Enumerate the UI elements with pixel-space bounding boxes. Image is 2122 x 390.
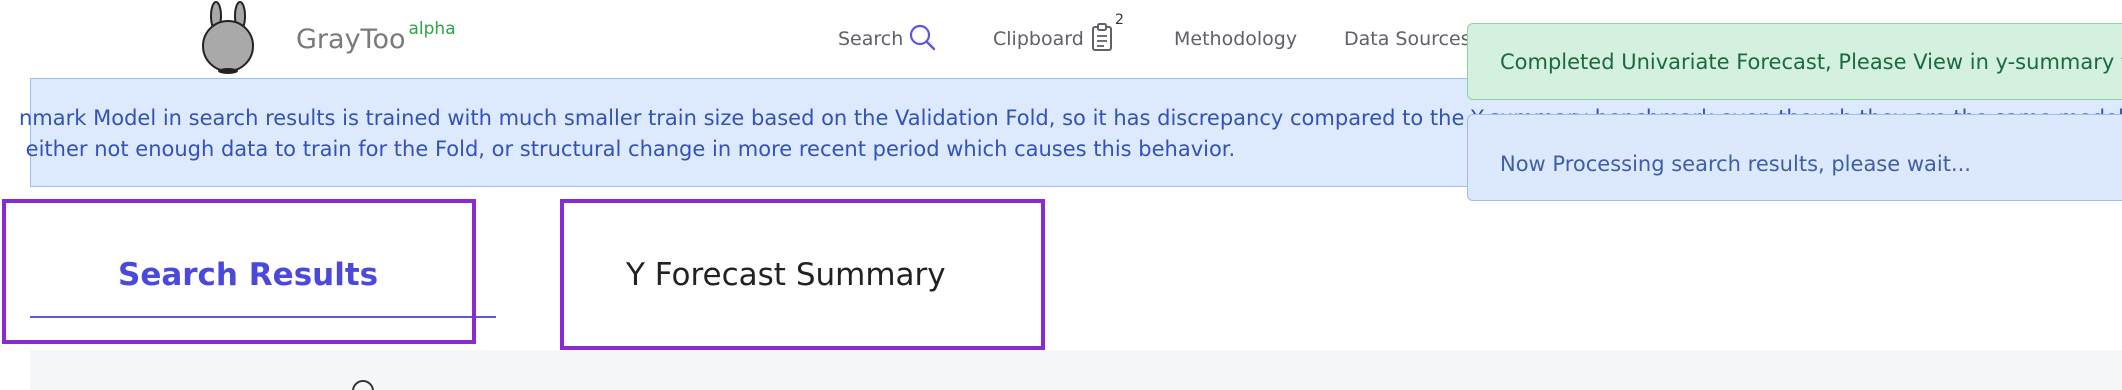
circle-icon bbox=[352, 380, 374, 390]
banner-line-2: either not enough data to train for the … bbox=[19, 137, 1236, 161]
tab-y-forecast-summary[interactable]: Y Forecast Summary bbox=[560, 199, 1045, 350]
content-panel bbox=[30, 350, 2122, 390]
tab-search-results[interactable]: Search Results bbox=[2, 199, 476, 344]
nav-data-sources-link[interactable]: Data Sources bbox=[1344, 25, 1471, 53]
success-toast[interactable]: Completed Univariate Forecast, Please Vi… bbox=[1467, 23, 2122, 100]
brand-text: GrayToo bbox=[296, 24, 406, 55]
rabbit-logo-icon[interactable] bbox=[196, 0, 260, 74]
brand-name[interactable]: GrayToo alpha bbox=[296, 19, 456, 55]
tab-area: Search Results Y Forecast Summary bbox=[0, 190, 2122, 390]
clipboard-count-badge: 2 bbox=[1115, 12, 1124, 28]
brand-badge: alpha bbox=[408, 19, 456, 39]
processing-toast[interactable]: Now Processing search results, please wa… bbox=[1467, 114, 2122, 201]
tab-y-forecast-summary-label: Y Forecast Summary bbox=[626, 257, 946, 293]
clipboard-icon[interactable] bbox=[1090, 22, 1116, 52]
search-icon[interactable] bbox=[907, 22, 937, 52]
tab-search-results-label: Search Results bbox=[118, 257, 379, 293]
nav-methodology-link[interactable]: Methodology bbox=[1174, 25, 1297, 53]
nav-clipboard-link[interactable]: Clipboard bbox=[993, 25, 1084, 53]
page: GrayToo alpha Search Clipboard 2 Methodol… bbox=[0, 0, 2122, 390]
nav-search-link[interactable]: Search bbox=[838, 25, 903, 53]
